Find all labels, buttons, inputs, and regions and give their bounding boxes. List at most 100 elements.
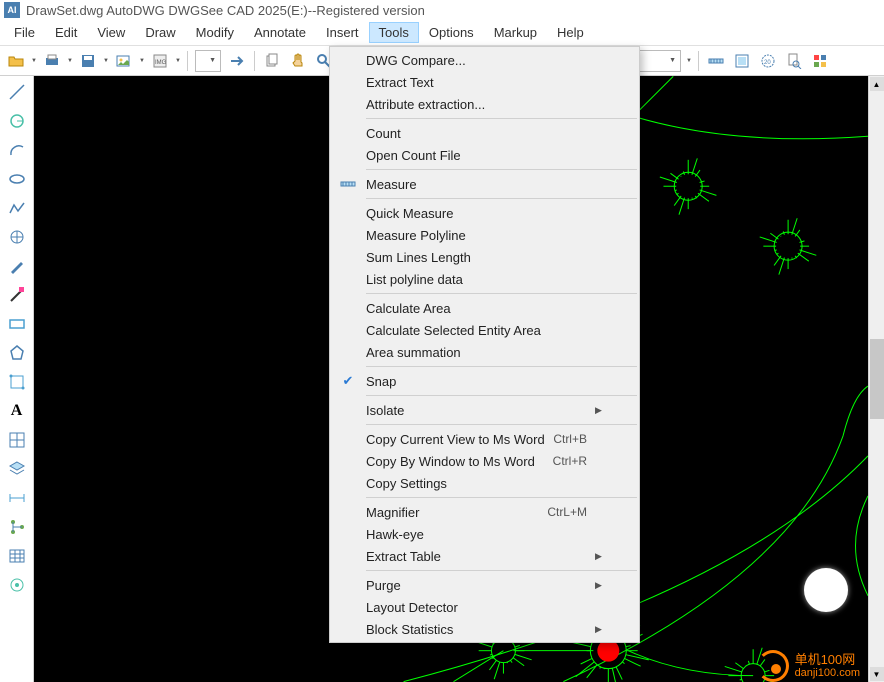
search-doc-icon[interactable] [782,49,806,73]
menu-separator [366,395,637,396]
tools-menu-dwg-compare[interactable]: DWG Compare... [330,49,639,71]
tools-menu-open-count-file[interactable]: Open Count File [330,144,639,166]
menu-item-label: Open Count File [366,148,595,163]
tools-menu-isolate[interactable]: Isolate▶ [330,399,639,421]
tools-menu-extract-table[interactable]: Extract Table▶ [330,545,639,567]
left-toolbar: A [0,76,34,682]
vertical-scrollbar[interactable]: ▲ ▼ [868,76,884,682]
shape-icon[interactable] [5,225,29,249]
tools-menu-list-polyline-data[interactable]: List polyline data [330,268,639,290]
scroll-down-button[interactable]: ▼ [870,667,884,681]
grid-icon[interactable] [5,428,29,452]
tools-menu-measure-polyline[interactable]: Measure Polyline [330,224,639,246]
menu-markup[interactable]: Markup [484,22,547,43]
menu-tools[interactable]: Tools [369,22,419,43]
scroll-up-button[interactable]: ▲ [870,77,884,91]
tools-menu-measure[interactable]: Measure [330,173,639,195]
watermark: 单机100网 danji100.com [757,650,860,682]
tree-icon[interactable] [5,515,29,539]
tools-menu-quick-measure[interactable]: Quick Measure [330,202,639,224]
toolbar-dropdown[interactable]: ▼ [195,50,221,72]
erase-icon[interactable] [5,283,29,307]
arc-icon[interactable] [5,138,29,162]
menu-options[interactable]: Options [419,22,484,43]
toolbar-split-arrow[interactable]: ▼ [138,58,146,64]
toolbar-dropdown-arrow[interactable]: ▼ [685,58,693,64]
toolbar-split-arrow[interactable]: ▼ [174,58,182,64]
arrow-right-icon[interactable] [225,49,249,73]
tools-menu-layout-detector[interactable]: Layout Detector [330,596,639,618]
rectangle-icon[interactable] [5,312,29,336]
target-icon[interactable] [5,573,29,597]
menu-view[interactable]: View [87,22,135,43]
text-icon[interactable]: A [5,399,29,423]
toolbar-split-arrow[interactable]: ▼ [102,58,110,64]
menu-annotate[interactable]: Annotate [244,22,316,43]
tools-menu-block-statistics[interactable]: Block Statistics▶ [330,618,639,640]
toolbar-separator [254,51,255,71]
tools-menu-hawk-eye[interactable]: Hawk-eye [330,523,639,545]
menu-help[interactable]: Help [547,22,594,43]
toolbar-split-arrow[interactable]: ▼ [66,58,74,64]
layers-icon[interactable] [5,457,29,481]
tools-menu-copy-current-view-to-ms-word[interactable]: Copy Current View to Ms WordCtrl+B [330,428,639,450]
menu-separator [366,118,637,119]
polyline-icon[interactable] [5,196,29,220]
tools-menu-magnifier[interactable]: MagnifierCtrL+M [330,501,639,523]
toolbar-split-arrow[interactable]: ▼ [30,58,38,64]
menu-item-label: Area summation [366,345,595,360]
tools-menu-area-summation[interactable]: Area summation [330,341,639,363]
svg-text:IMG: IMG [155,60,167,66]
measure-icon[interactable] [704,49,728,73]
area-icon[interactable] [730,49,754,73]
measure-icon [330,176,366,192]
tools-menu-copy-by-window-to-ms-word[interactable]: Copy By Window to Ms WordCtrl+R [330,450,639,472]
menu-draw[interactable]: Draw [135,22,185,43]
tools-menu-purge[interactable]: Purge▶ [330,574,639,596]
watermark-line2: danji100.com [795,667,860,679]
menu-edit[interactable]: Edit [45,22,87,43]
line-icon[interactable] [5,80,29,104]
scroll-thumb[interactable] [870,339,884,419]
image-save-icon[interactable] [112,49,136,73]
menu-separator [366,570,637,571]
toolbar-separator [187,51,188,71]
transform-icon[interactable] [5,370,29,394]
tools-menu-sum-lines-length[interactable]: Sum Lines Length [330,246,639,268]
tools-menu-attribute-extraction[interactable]: Attribute extraction... [330,93,639,115]
tools-menu-count[interactable]: Count [330,122,639,144]
tools-menu-calculate-area[interactable]: Calculate Area [330,297,639,319]
menu-shortcut: Ctrl+R [553,454,595,468]
hand-icon[interactable] [286,49,310,73]
polygon-icon[interactable] [5,341,29,365]
table-icon[interactable] [5,544,29,568]
menu-shortcut: CtrL+M [547,505,595,519]
menu-item-label: Isolate [366,403,595,418]
open-icon[interactable] [4,49,28,73]
ellipse-icon[interactable] [5,167,29,191]
color-pick-icon[interactable] [808,49,832,73]
print-icon[interactable] [40,49,64,73]
menu-insert[interactable]: Insert [316,22,369,43]
menu-item-label: Hawk-eye [366,527,595,542]
tools-menu-calculate-selected-entity-area[interactable]: Calculate Selected Entity Area [330,319,639,341]
menu-item-label: Copy Settings [366,476,595,491]
save-icon[interactable] [76,49,100,73]
copy-icon[interactable] [260,49,284,73]
menu-separator [366,366,637,367]
tools-menu-snap[interactable]: ✔Snap [330,370,639,392]
draw-icon[interactable] [5,254,29,278]
circle-20-icon[interactable]: 20 [756,49,780,73]
image-export-icon[interactable]: IMG [148,49,172,73]
circle-icon[interactable] [5,109,29,133]
menu-modify[interactable]: Modify [186,22,244,43]
svg-text:20: 20 [764,60,771,66]
dimension-icon[interactable] [5,486,29,510]
menu-file[interactable]: File [4,22,45,43]
tools-menu-copy-settings[interactable]: Copy Settings [330,472,639,494]
title-bar: AI DrawSet.dwg AutoDWG DWGSee CAD 2025(E… [0,0,884,20]
check-icon: ✔ [343,373,354,389]
menu-item-label: Copy By Window to Ms Word [366,454,553,469]
menu-item-label: Extract Table [366,549,595,564]
tools-menu-extract-text[interactable]: Extract Text [330,71,639,93]
